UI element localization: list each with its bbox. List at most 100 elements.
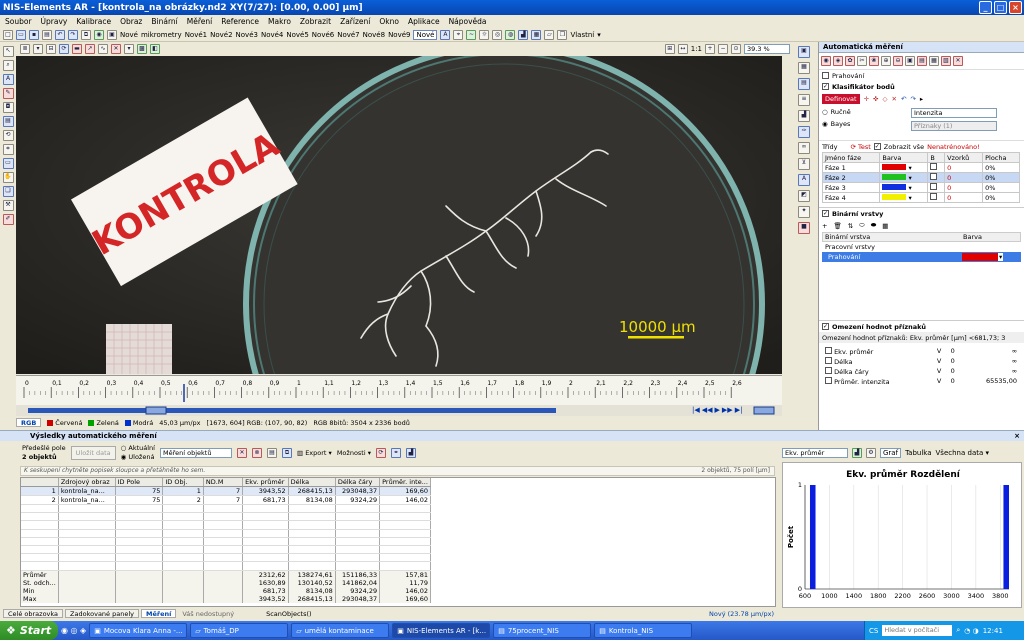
hand-icon[interactable]: ✋ xyxy=(2,172,14,183)
histogram-icon[interactable]: ▟ xyxy=(518,29,529,40)
color-icon[interactable]: ■ xyxy=(798,222,810,234)
print-icon[interactable]: ▤ xyxy=(42,29,52,40)
manual-radio[interactable]: ○ xyxy=(822,108,828,116)
objective-new3[interactable]: Nové3 xyxy=(236,31,258,39)
menu-help[interactable]: Nápověda xyxy=(449,17,487,26)
ruler-icon[interactable]: ▬ xyxy=(72,43,82,54)
task-item[interactable]: ▣ NIS-Elements AR - [k... xyxy=(392,623,491,638)
menu-reference[interactable]: Reference xyxy=(221,17,259,26)
measure-tool9-icon[interactable]: ▤ xyxy=(917,56,927,66)
link-results-icon[interactable]: ⚭ xyxy=(391,448,402,458)
search-icon[interactable]: ⌕ xyxy=(956,626,960,635)
phase-color-swatch[interactable]: ▾ xyxy=(879,182,929,193)
results-col-header[interactable]: Délka čáry xyxy=(335,478,381,487)
prev-field-label[interactable]: Předešlé pole xyxy=(22,444,66,453)
save-data-button[interactable]: Uložit data xyxy=(70,446,116,460)
delete-all-icon[interactable]: ⊗ xyxy=(251,448,262,458)
more-icon[interactable]: ▸ xyxy=(920,95,923,103)
results-col-header[interactable]: ID Obj. xyxy=(162,478,204,487)
limit-row[interactable]: Průměr. intenzita V 0 65535,00 xyxy=(823,376,1019,386)
stage-icon[interactable]: ⌖ xyxy=(453,29,464,40)
empty-row[interactable] xyxy=(21,520,431,530)
results-col-header[interactable]: Průměr. inte... xyxy=(379,478,431,487)
refresh-results-icon[interactable]: ⟳ xyxy=(376,448,387,458)
task-item[interactable]: ▱ Tomáš_DP xyxy=(190,623,289,638)
objective-new2[interactable]: Nové2 xyxy=(210,31,232,39)
forward-icon[interactable]: ▶▶ xyxy=(722,406,733,414)
phase-color-swatch[interactable]: ▾ xyxy=(879,162,929,173)
start-button[interactable]: ❖ Start xyxy=(0,621,58,640)
results-col-header[interactable]: Ekv. průměr xyxy=(242,478,289,487)
lamp-icon[interactable]: ◍ xyxy=(505,29,516,40)
define-button[interactable]: Definovat xyxy=(822,94,860,104)
open-icon[interactable]: ▭ xyxy=(16,29,26,40)
windows-icon[interactable]: ❐ xyxy=(557,29,568,40)
layer-grid-icon[interactable]: ▦ xyxy=(882,222,888,230)
menu-measure[interactable]: Měření xyxy=(187,17,212,26)
chart-feature-select[interactable]: Ekv. průměr xyxy=(782,448,848,458)
task-item[interactable]: ▤ Kontrola_NIS xyxy=(594,623,693,638)
light-icon[interactable]: ☼ xyxy=(479,29,490,40)
export-button[interactable]: ▥ Export ▾ xyxy=(297,449,332,457)
menu-applications[interactable]: Aplikace xyxy=(408,17,440,26)
threshold-layer-color[interactable] xyxy=(962,253,998,261)
empty-row[interactable] xyxy=(21,545,431,555)
chart-settings-icon[interactable]: ⚙ xyxy=(866,448,876,458)
current-radio[interactable]: ○ Aktuální xyxy=(121,444,155,453)
task-item[interactable]: ▱ umělá kontaminace xyxy=(291,623,390,638)
options-button[interactable]: Možnosti ▾ xyxy=(337,449,371,457)
measure-tool2-icon[interactable]: ◈ xyxy=(833,56,843,66)
chart-type-icon[interactable]: ▟ xyxy=(852,448,862,458)
menu-view[interactable]: Zobrazit xyxy=(300,17,331,26)
classifier-checkbox[interactable]: ✓ xyxy=(822,83,829,90)
phase-b-checkbox[interactable] xyxy=(927,172,946,183)
chart-results-icon[interactable]: ▟ xyxy=(406,448,417,458)
empty-row[interactable] xyxy=(21,504,431,514)
copy-icon[interactable]: ⧉ xyxy=(81,29,91,40)
time-ruler[interactable]: 0 0,1 0,2 0,3 0,4 0,5 0,6 0,7 0,8 0,9 1 1,1 1,2 1,3 1,… xyxy=(16,375,782,405)
measure-tool4-icon[interactable]: ✂ xyxy=(857,56,867,66)
undo-small-icon[interactable]: ↶ xyxy=(901,95,906,103)
objective-new9[interactable]: Nové9 xyxy=(388,31,410,39)
measure-tool5-icon[interactable]: ❀ xyxy=(869,56,879,66)
close-button[interactable]: × xyxy=(1009,1,1022,14)
delete-rows-icon[interactable]: ✕ xyxy=(236,448,247,458)
objective-new-active[interactable]: Nové xyxy=(413,29,438,40)
measure-tool11-icon[interactable]: ▧ xyxy=(941,56,951,66)
tab-green[interactable]: Zelená xyxy=(88,419,119,427)
acquire-icon[interactable]: ◉ xyxy=(94,29,104,40)
profile-icon[interactable]: ∿ xyxy=(98,43,108,54)
objective-micrometers[interactable]: mikrometry xyxy=(141,31,182,39)
zoom-in-icon[interactable]: + xyxy=(705,43,715,54)
table-tab[interactable]: Tabulka xyxy=(905,449,931,457)
trash-icon[interactable]: 🗑 xyxy=(833,222,841,230)
limits-checkbox[interactable]: ✓ xyxy=(822,323,829,330)
measure-objects-select[interactable]: Měření objektů xyxy=(159,448,232,458)
remove-icon[interactable]: ✕ xyxy=(891,95,896,103)
timeline-bar[interactable]: |◀ ◀◀ ▶ ▶▶ ▶| xyxy=(16,405,782,416)
saved-radio[interactable]: ◉ Uložená xyxy=(121,453,155,462)
measure-tool3-icon[interactable]: ✿ xyxy=(845,56,855,66)
phase-b-checkbox[interactable] xyxy=(927,192,946,203)
diamond-icon[interactable]: ◇ xyxy=(882,95,887,103)
annotation-icon[interactable]: ↗ xyxy=(85,43,95,54)
fit-width-icon[interactable]: ↔ xyxy=(677,43,688,54)
point-icon[interactable]: ✜ xyxy=(873,95,878,103)
rotate-icon[interactable]: ⟲ xyxy=(2,130,14,141)
zoom-1to1-button[interactable]: 1:1 xyxy=(691,45,702,53)
pick-color-icon[interactable]: ✎ xyxy=(2,88,14,99)
quicklaunch-icon[interactable]: ◉ ◎ ◈ xyxy=(61,626,86,635)
limit-row[interactable]: Délka V 0 ∞ xyxy=(823,356,1019,366)
edit-icon[interactable]: ✐ xyxy=(2,214,14,225)
menu-devices[interactable]: Zařízení xyxy=(340,17,370,26)
objective-new[interactable]: Nové xyxy=(120,31,138,39)
lock-icon[interactable]: ◘ xyxy=(2,102,14,113)
results-col-header[interactable]: ND.M xyxy=(203,478,244,487)
split-icon[interactable]: ⊟ xyxy=(46,43,56,54)
stack-icon[interactable]: ❏ xyxy=(2,186,14,197)
new-icon[interactable]: □ xyxy=(3,29,13,40)
language-indicator[interactable]: CS xyxy=(869,627,878,635)
menu-image[interactable]: Obraz xyxy=(120,17,142,26)
phase-color-swatch[interactable]: ▾ xyxy=(879,192,929,203)
wave-icon[interactable]: ~ xyxy=(466,29,477,40)
